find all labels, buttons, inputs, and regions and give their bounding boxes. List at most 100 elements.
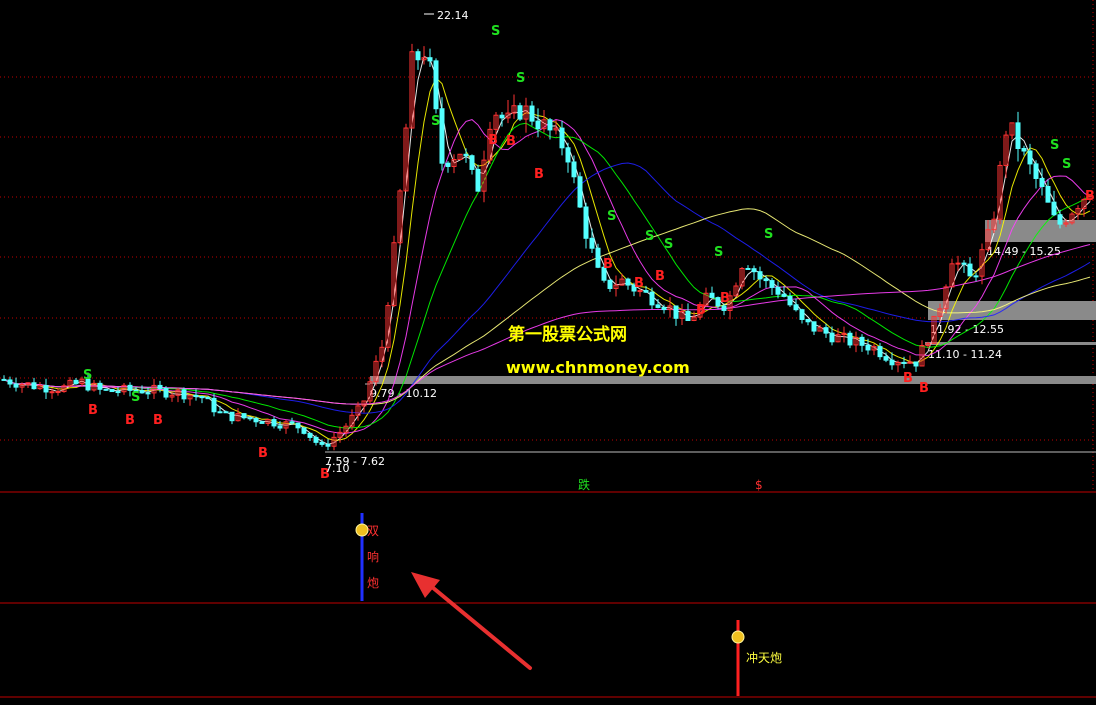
sell-signal-5: S — [607, 209, 616, 224]
buy-signal-14: B — [919, 381, 929, 396]
watermark-title: 第一股票公式网 — [508, 324, 627, 345]
candle-body-69 — [415, 51, 421, 61]
candle-body-73 — [439, 108, 445, 164]
candle-body-7 — [43, 384, 49, 393]
sell-signal-10: S — [1050, 138, 1059, 153]
dollar-label: $ — [755, 478, 763, 492]
sell-signal-6: S — [645, 229, 654, 244]
buy-signal-2: B — [153, 413, 163, 428]
annotation-arrow — [411, 572, 532, 670]
candle-body-30 — [181, 389, 187, 400]
candle-body-148 — [889, 359, 895, 366]
candle-body-54 — [325, 443, 331, 447]
candle-body-141 — [847, 332, 853, 346]
candle-body-95 — [571, 161, 577, 178]
candle-body-0 — [1, 378, 7, 381]
buy-signal-1: B — [125, 413, 135, 428]
candle-body-127 — [763, 278, 769, 282]
candle-body-129 — [775, 286, 781, 295]
candle-body-8 — [49, 391, 55, 394]
candle-body-135 — [811, 321, 817, 332]
candle-body-37 — [223, 411, 229, 414]
candle-body-133 — [799, 309, 805, 320]
candle-body-71 — [427, 57, 433, 62]
candle-body-131 — [787, 295, 793, 306]
low-label: 7.10 — [325, 462, 350, 475]
sound-cannon-char-2: 响 — [367, 549, 379, 564]
sell-signal-7: S — [664, 237, 673, 252]
candle-body-126 — [757, 271, 763, 280]
candle-body-50 — [301, 427, 307, 434]
sell-signal-9: S — [764, 227, 773, 242]
candle-body-12 — [73, 379, 79, 385]
candle-body-5 — [31, 382, 37, 390]
candle-body-18 — [109, 388, 115, 393]
candle-body-144 — [865, 344, 871, 351]
candle-body-23 — [139, 390, 145, 394]
candle-body-41 — [247, 417, 253, 420]
trade-signals: BB BBBB BBBB BBBBBBSSSSSSSSSSSS — [83, 24, 1095, 482]
candle-body-34 — [205, 397, 211, 400]
candle-body-162 — [973, 275, 979, 278]
candle-body-2 — [13, 383, 19, 388]
sell-signal-0: S — [83, 368, 92, 383]
candle-body-83 — [499, 114, 505, 119]
candle-body-88 — [529, 105, 535, 122]
sky-cannon-label: 冲天炮 — [746, 650, 782, 665]
candle-body-120 — [721, 305, 727, 311]
candle-body-101 — [607, 279, 613, 289]
watermark-url: www.chnmoney.com — [506, 358, 690, 377]
drop-label: 跌 — [578, 477, 590, 492]
candle-body-110 — [661, 306, 667, 311]
candle-body-45 — [271, 419, 277, 427]
candle-body-159 — [955, 262, 961, 265]
candle-body-93 — [559, 127, 565, 149]
sky-cannon-ball — [731, 630, 745, 644]
candle-body-94 — [565, 147, 571, 163]
candle-body-89 — [535, 120, 541, 130]
buy-signal-8: B — [603, 257, 613, 272]
candle-body-27 — [163, 387, 169, 398]
buy-signal-7: B — [534, 167, 544, 182]
candle-body-9 — [55, 391, 61, 394]
candle-body-49 — [295, 422, 301, 429]
candle-body-134 — [805, 318, 811, 323]
candle-body-26 — [157, 384, 163, 389]
candle-body-118 — [709, 292, 715, 299]
candle-body-170 — [1021, 147, 1027, 152]
candle-body-35 — [211, 397, 217, 413]
candle-body-97 — [583, 206, 589, 239]
sell-signal-3: S — [491, 24, 500, 39]
candle-body-128 — [769, 280, 775, 288]
candle-body-51 — [307, 432, 313, 438]
candle-body-36 — [217, 411, 223, 414]
candle-body-99 — [595, 247, 601, 268]
candle-body-74 — [445, 162, 451, 167]
candle-body-96 — [577, 176, 583, 208]
buy-signal-5: B — [488, 133, 498, 148]
buy-signal-9: B — [634, 276, 644, 291]
candle-body-125 — [751, 268, 757, 273]
candle-body-33 — [199, 395, 205, 399]
candle-body-38 — [229, 411, 235, 422]
candle-body-24 — [145, 392, 151, 395]
candle-body-108 — [649, 291, 655, 306]
zone-label-3: 11.92 - 12.55 — [930, 323, 1004, 336]
candle-body-147 — [883, 356, 889, 361]
candle-body-32 — [193, 394, 199, 397]
buy-signal-11: B — [696, 303, 706, 318]
candle-body-42 — [253, 417, 259, 423]
sound-cannon-char-1: 双 — [367, 524, 379, 538]
candle-body-173 — [1039, 177, 1045, 187]
candle-body-46 — [277, 425, 283, 429]
candle-body-78 — [469, 155, 475, 170]
candle-body-109 — [655, 304, 661, 308]
candle-body-1 — [7, 379, 13, 385]
candle-body-171 — [1027, 150, 1033, 165]
candle-body-161 — [967, 263, 973, 277]
candle-body-176 — [1057, 214, 1063, 225]
candle-body-16 — [97, 382, 103, 390]
candle-body-43 — [259, 421, 265, 424]
sound-cannon-char-3: 炮 — [367, 576, 379, 590]
candle-body-112 — [673, 305, 679, 319]
